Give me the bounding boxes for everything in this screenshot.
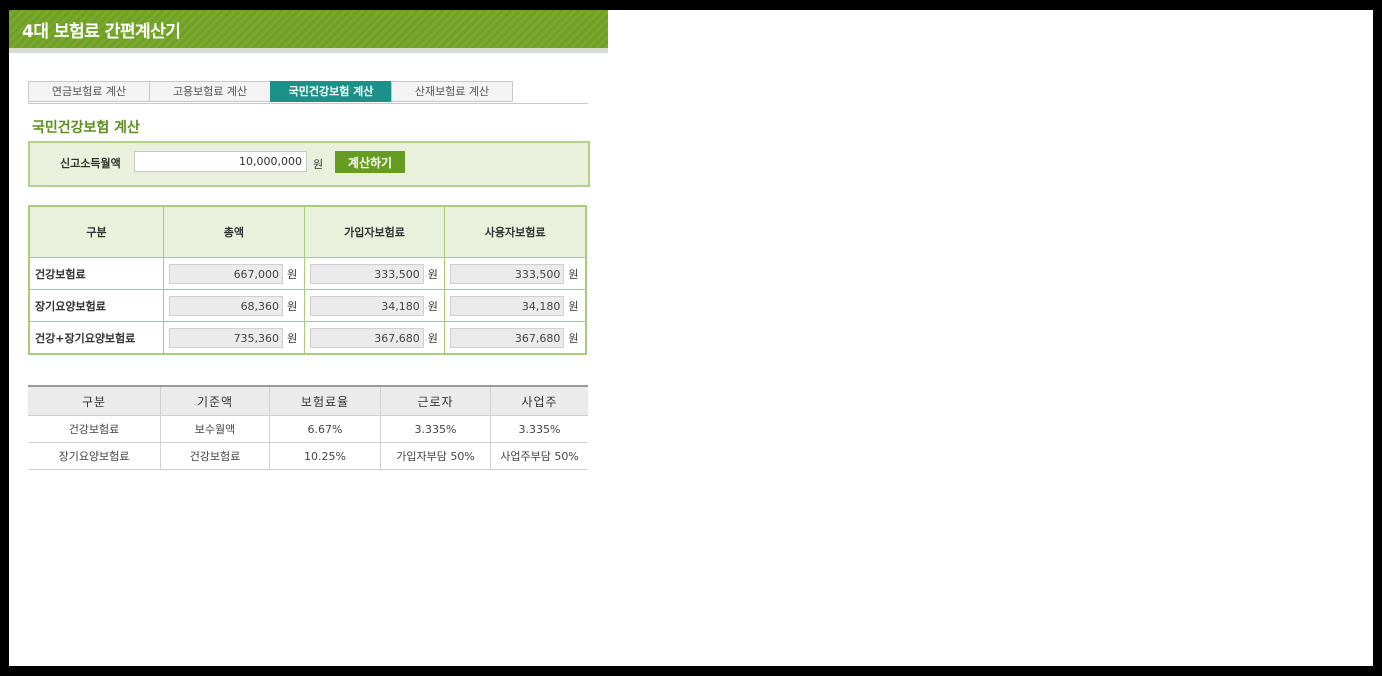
employer-value: 34,180 (450, 295, 565, 316)
tab-employment[interactable]: 고용보험료 계산 (149, 81, 271, 102)
rate-cell: 보수월액 (160, 415, 270, 443)
total-value: 735,360 (169, 327, 284, 348)
unit-label: 원 (287, 331, 298, 345)
tab-health[interactable]: 국민건강보험 계산 (270, 81, 392, 102)
rate-cell: 10.25% (269, 442, 381, 470)
page-title: 4대 보험료 간편계산기 (22, 22, 181, 42)
calculate-button[interactable]: 계산하기 (335, 151, 405, 173)
unit-label: 원 (568, 267, 579, 281)
rate-header: 구분 (28, 386, 161, 416)
header-divider (9, 48, 608, 53)
subscriber-value: 333,500 (309, 263, 424, 284)
table-row: 건강보험료 667,000 원 333,500 원 333,500 원 (28, 257, 587, 290)
income-label: 신고소득월액 (60, 157, 121, 170)
value-cell: 34,180 원 (303, 289, 446, 322)
header-bar: 4대 보험료 간편계산기 (9, 10, 608, 48)
value-cell: 333,500 원 (444, 257, 587, 290)
row-label: 건강보험료 (28, 257, 165, 290)
calculator-window: 4대 보험료 간편계산기 연금보험료 계산 고용보험료 계산 국민건강보험 계산… (9, 10, 1373, 666)
rate-cell: 3.335% (380, 415, 491, 443)
income-unit: 원 (313, 158, 324, 171)
value-cell: 333,500 원 (303, 257, 446, 290)
result-header-row: 구분 총액 가입자보험료 사용자보험료 (28, 205, 587, 258)
value-cell: 68,360 원 (163, 289, 305, 322)
rate-table: 구분 기준액 보험료율 근로자 사업주 건강보험료 보수월액 6.67% 3.3… (28, 385, 588, 470)
result-header: 총액 (163, 205, 305, 258)
rate-cell: 6.67% (269, 415, 381, 443)
rate-header: 근로자 (380, 386, 491, 416)
section-title: 국민건강보험 계산 (32, 120, 140, 136)
unit-label: 원 (568, 299, 579, 313)
value-cell: 34,180 원 (444, 289, 587, 322)
rate-cell: 가입자부담 50% (380, 442, 491, 470)
employer-value: 333,500 (450, 263, 565, 284)
result-header: 사용자보험료 (444, 205, 587, 258)
rate-header: 기준액 (160, 386, 270, 416)
rate-cell: 건강보험료 (28, 415, 161, 443)
rate-header: 보험료율 (269, 386, 381, 416)
table-row: 건강+장기요양보험료 735,360 원 367,680 원 367,680 원 (28, 321, 587, 355)
result-table: 구분 총액 가입자보험료 사용자보험료 건강보험료 667,000 원 333,5… (28, 205, 587, 355)
unit-label: 원 (427, 331, 438, 345)
unit-label: 원 (287, 299, 298, 313)
rate-cell: 사업주부담 50% (490, 442, 588, 470)
tab-pension[interactable]: 연금보험료 계산 (28, 81, 150, 102)
total-value: 667,000 (169, 263, 284, 284)
table-row: 건강보험료 보수월액 6.67% 3.335% 3.335% (28, 415, 588, 443)
result-header: 가입자보험료 (303, 205, 446, 258)
result-header: 구분 (28, 205, 165, 258)
table-row: 장기요양보험료 건강보험료 10.25% 가입자부담 50% 사업주부담 50% (28, 442, 588, 470)
tab-bar: 연금보험료 계산 고용보험료 계산 국민건강보험 계산 산재보험료 계산 (28, 81, 588, 104)
employer-value: 367,680 (450, 327, 565, 348)
value-cell: 367,680 원 (444, 321, 587, 355)
subscriber-value: 367,680 (309, 327, 424, 348)
rate-cell: 장기요양보험료 (28, 442, 161, 470)
rate-cell: 3.335% (490, 415, 588, 443)
rate-header: 사업주 (490, 386, 588, 416)
value-cell: 735,360 원 (163, 321, 305, 355)
row-label: 건강+장기요양보험료 (28, 321, 165, 355)
unit-label: 원 (427, 299, 438, 313)
rate-header-row: 구분 기준액 보험료율 근로자 사업주 (28, 386, 588, 416)
income-panel: 신고소득월액 원 계산하기 (28, 141, 590, 187)
rate-cell: 건강보험료 (160, 442, 270, 470)
income-input[interactable] (134, 151, 307, 172)
unit-label: 원 (568, 331, 579, 345)
total-value: 68,360 (169, 295, 284, 316)
unit-label: 원 (287, 267, 298, 281)
subscriber-value: 34,180 (309, 295, 424, 316)
table-row: 장기요양보험료 68,360 원 34,180 원 34,180 원 (28, 289, 587, 322)
row-label: 장기요양보험료 (28, 289, 165, 322)
value-cell: 667,000 원 (163, 257, 305, 290)
unit-label: 원 (427, 267, 438, 281)
tab-industrial[interactable]: 산재보험료 계산 (391, 81, 513, 102)
value-cell: 367,680 원 (303, 321, 446, 355)
